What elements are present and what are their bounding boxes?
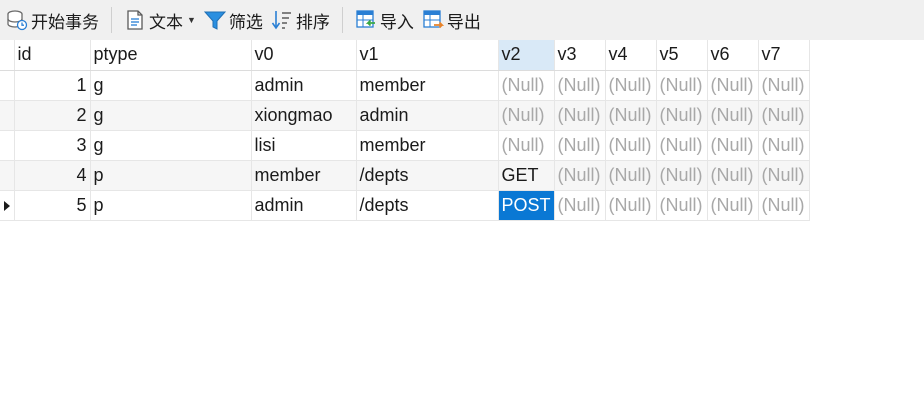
import-icon — [356, 10, 375, 28]
cell-v0[interactable]: admin — [251, 70, 357, 101]
cell-v0[interactable]: lisi — [251, 130, 357, 161]
cell-v2[interactable]: (Null) — [498, 70, 555, 101]
cell-v2[interactable]: (Null) — [498, 100, 555, 131]
column-header-ptype[interactable]: ptype — [90, 40, 252, 71]
cell-v6[interactable]: (Null) — [707, 130, 759, 161]
cell-v4[interactable]: (Null) — [605, 130, 657, 161]
cell-id[interactable]: 2 — [14, 100, 91, 131]
column-header-v1[interactable]: v1 — [356, 40, 499, 71]
chevron-down-icon[interactable]: ▼ — [187, 15, 196, 25]
row-indicator[interactable] — [0, 190, 15, 221]
cell-v0[interactable]: xiongmao — [251, 100, 357, 131]
export-button[interactable]: 导出 — [418, 5, 485, 35]
cell-v2[interactable]: (Null) — [498, 130, 555, 161]
cell-v5[interactable]: (Null) — [656, 130, 708, 161]
cell-v4[interactable]: (Null) — [605, 70, 657, 101]
cell-v0[interactable]: admin — [251, 190, 357, 221]
cell-v7[interactable]: (Null) — [758, 190, 810, 221]
column-header-v4[interactable]: v4 — [605, 40, 657, 71]
cell-v2-selected[interactable]: POST — [498, 190, 555, 221]
toolbar-separator — [341, 7, 343, 33]
table-row[interactable]: 2 g xiongmao admin (Null) (Null) (Null) … — [0, 100, 810, 131]
header-row: id ptype v0 v1 v2 v3 v4 v5 v6 v7 — [0, 40, 810, 71]
cell-v3[interactable]: (Null) — [554, 130, 606, 161]
cell-v3[interactable]: (Null) — [554, 190, 606, 221]
cell-v3[interactable]: (Null) — [554, 160, 606, 191]
cell-ptype[interactable]: g — [90, 130, 252, 161]
cell-v6[interactable]: (Null) — [707, 160, 759, 191]
begin-transaction-label: 开始事务 — [31, 12, 99, 32]
cell-ptype[interactable]: g — [90, 100, 252, 131]
table-row[interactable]: 4 p member /depts GET (Null) (Null) (Nul… — [0, 160, 810, 191]
cell-v4[interactable]: (Null) — [605, 100, 657, 131]
cell-v5[interactable]: (Null) — [656, 70, 708, 101]
column-header-v0[interactable]: v0 — [251, 40, 357, 71]
export-label: 导出 — [446, 12, 481, 32]
import-label: 导入 — [379, 12, 414, 32]
cell-ptype[interactable]: p — [90, 160, 252, 191]
database-transaction-icon — [7, 10, 28, 31]
data-grid: id ptype v0 v1 v2 v3 v4 v5 v6 v7 1 g adm… — [0, 40, 810, 221]
cell-v4[interactable]: (Null) — [605, 160, 657, 191]
cell-v7[interactable]: (Null) — [758, 130, 810, 161]
cell-v3[interactable]: (Null) — [554, 70, 606, 101]
document-icon — [127, 10, 143, 30]
cell-v7[interactable]: (Null) — [758, 160, 810, 191]
row-indicator-header — [0, 40, 15, 71]
cell-id[interactable]: 5 — [14, 190, 91, 221]
cell-v6[interactable]: (Null) — [707, 70, 759, 101]
column-header-v5[interactable]: v5 — [656, 40, 708, 71]
table-row[interactable]: 1 g admin member (Null) (Null) (Null) (N… — [0, 70, 810, 101]
filter-funnel-icon — [203, 11, 226, 30]
cell-v1[interactable]: /depts — [356, 160, 499, 191]
cell-v5[interactable]: (Null) — [656, 160, 708, 191]
cell-v4[interactable]: (Null) — [605, 190, 657, 221]
cell-v1[interactable]: admin — [356, 100, 499, 131]
toolbar-separator — [111, 7, 112, 33]
cell-ptype[interactable]: p — [90, 190, 252, 221]
cell-v6[interactable]: (Null) — [707, 100, 759, 131]
sort-icon — [271, 11, 291, 30]
cell-v1[interactable]: member — [356, 70, 499, 101]
column-header-v3[interactable]: v3 — [554, 40, 606, 71]
row-indicator[interactable] — [0, 160, 15, 191]
row-indicator[interactable] — [0, 100, 15, 131]
column-header-v2[interactable]: v2 — [498, 40, 555, 71]
text-view-label: 文本 — [149, 12, 183, 32]
toolbar: 开始事务 文本 ▼ 筛选 排序 导入 导出 — [0, 0, 924, 40]
column-header-id[interactable]: id — [14, 40, 91, 71]
sort-button[interactable]: 排序 — [267, 5, 334, 35]
cell-id[interactable]: 1 — [14, 70, 91, 101]
table-row[interactable]: 3 g lisi member (Null) (Null) (Null) (Nu… — [0, 130, 810, 161]
cell-id[interactable]: 3 — [14, 130, 91, 161]
current-row-arrow-icon — [3, 200, 10, 211]
cell-v3[interactable]: (Null) — [554, 100, 606, 131]
sort-label: 排序 — [295, 12, 330, 32]
cell-v0[interactable]: member — [251, 160, 357, 191]
cell-id[interactable]: 4 — [14, 160, 91, 191]
column-header-v6[interactable]: v6 — [707, 40, 759, 71]
cell-v7[interactable]: (Null) — [758, 70, 810, 101]
cell-v2[interactable]: GET — [498, 160, 555, 191]
cell-v1[interactable]: member — [356, 130, 499, 161]
table-row[interactable]: 5 p admin /depts POST (Null) (Null) (Nul… — [0, 190, 810, 221]
filter-button[interactable]: 筛选 — [200, 5, 267, 35]
row-indicator[interactable] — [0, 70, 15, 101]
filter-label: 筛选 — [228, 12, 263, 32]
cell-v1[interactable]: /depts — [356, 190, 499, 221]
cell-ptype[interactable]: g — [90, 70, 252, 101]
cell-v7[interactable]: (Null) — [758, 100, 810, 131]
export-icon — [423, 10, 444, 29]
row-indicator[interactable] — [0, 130, 15, 161]
cell-v5[interactable]: (Null) — [656, 190, 708, 221]
column-header-v7[interactable]: v7 — [758, 40, 810, 71]
text-view-button[interactable]: 文本 ▼ — [120, 5, 200, 35]
import-button[interactable]: 导入 — [351, 5, 418, 35]
cell-v5[interactable]: (Null) — [656, 100, 708, 131]
begin-transaction-button[interactable]: 开始事务 — [2, 5, 103, 35]
cell-v6[interactable]: (Null) — [707, 190, 759, 221]
